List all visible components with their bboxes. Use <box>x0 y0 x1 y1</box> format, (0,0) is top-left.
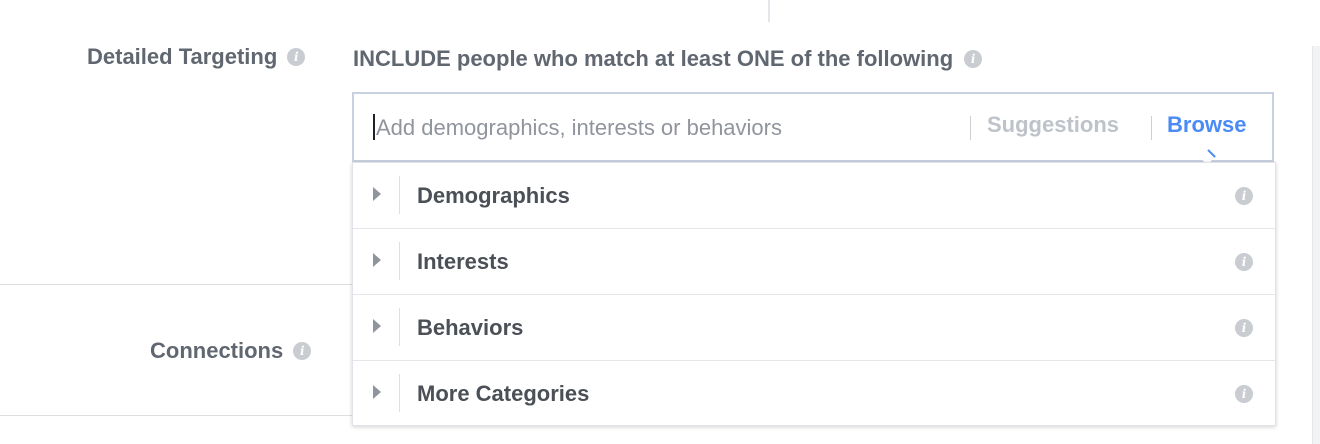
row-divider <box>399 176 400 214</box>
category-row-interests[interactable]: Interests i <box>353 229 1275 295</box>
row-divider <box>399 242 400 280</box>
browse-link[interactable]: Browse <box>1167 112 1246 138</box>
info-icon[interactable]: i <box>1235 253 1253 271</box>
info-icon[interactable]: i <box>1235 187 1253 205</box>
category-row-more-categories[interactable]: More Categories i <box>353 361 1275 426</box>
detailed-targeting-search-box[interactable]: Suggestions Browse <box>352 92 1274 165</box>
row-divider <box>399 374 400 412</box>
caret-right-icon[interactable] <box>373 187 381 201</box>
section-divider <box>0 415 352 416</box>
detailed-targeting-label-group: Detailed Targeting i <box>87 44 306 70</box>
caret-right-icon[interactable] <box>373 319 381 333</box>
category-label: Interests <box>417 249 509 274</box>
separator <box>970 116 971 140</box>
caret-right-icon[interactable] <box>373 253 381 267</box>
category-row-behaviors[interactable]: Behaviors i <box>353 295 1275 361</box>
category-label: Demographics <box>417 183 570 208</box>
browse-dropdown: Demographics i Interests i Behaviors i M… <box>352 162 1276 426</box>
scrollbar-track[interactable] <box>1312 46 1320 444</box>
suggestions-link[interactable]: Suggestions <box>987 112 1119 138</box>
row-divider <box>399 308 400 346</box>
separator <box>1151 116 1152 140</box>
info-icon[interactable]: i <box>293 342 312 360</box>
category-label: Behaviors <box>417 315 524 340</box>
include-title-group: INCLUDE people who match at least ONE of… <box>353 46 983 72</box>
info-icon[interactable]: i <box>1235 319 1253 337</box>
include-title: INCLUDE people who match at least ONE of… <box>353 46 954 71</box>
connections-label-group: Connections i <box>150 338 312 364</box>
info-icon[interactable]: i <box>964 50 983 68</box>
info-icon[interactable]: i <box>1235 385 1253 403</box>
detailed-targeting-label: Detailed Targeting <box>87 44 278 69</box>
section-divider <box>0 284 352 285</box>
caret-right-icon[interactable] <box>373 385 381 399</box>
top-divider <box>768 0 770 22</box>
connections-label: Connections <box>150 338 284 363</box>
category-label: More Categories <box>417 381 590 406</box>
detailed-targeting-search-input[interactable] <box>374 108 958 148</box>
info-icon[interactable]: i <box>287 48 306 66</box>
category-row-demographics[interactable]: Demographics i <box>353 163 1275 229</box>
